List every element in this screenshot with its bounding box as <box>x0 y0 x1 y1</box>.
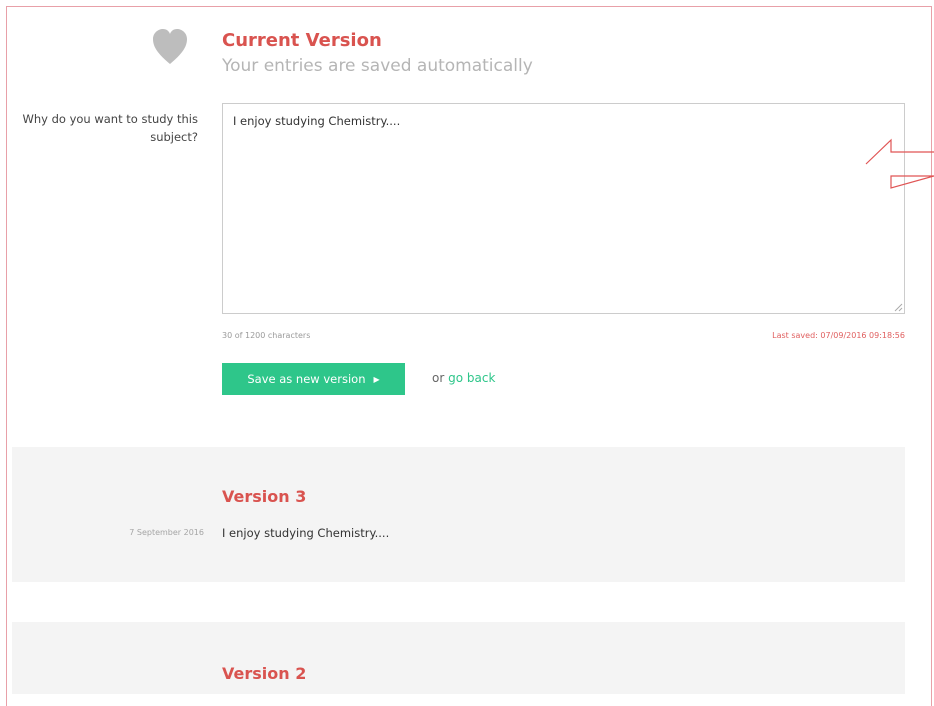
resize-grip-icon[interactable] <box>893 302 903 312</box>
version-panel: Version 3 7 September 2016 I enjoy study… <box>12 447 905 582</box>
annotation-arrow-icon <box>865 138 934 189</box>
go-back-wrapper: or go back <box>432 371 495 385</box>
play-arrow-icon: ▶ <box>373 374 380 384</box>
version-panel: Version 2 <box>12 622 905 694</box>
autosave-subtitle: Your entries are saved automatically <box>222 56 533 76</box>
or-text: or <box>432 371 445 385</box>
version-date: 7 September 2016 <box>129 528 204 537</box>
question-label: Why do you want to study this subject? <box>22 112 198 144</box>
character-count: 30 of 1200 characters <box>222 331 311 340</box>
last-saved-status: Last saved: 07/09/2016 09:18:56 <box>772 331 905 340</box>
go-back-link[interactable]: go back <box>448 371 495 385</box>
answer-textarea[interactable]: I enjoy studying Chemistry.... <box>222 103 905 314</box>
heart-icon[interactable] <box>152 28 188 68</box>
save-new-version-button[interactable]: Save as new version ▶ <box>222 363 405 395</box>
version-text: I enjoy studying Chemistry.... <box>222 526 390 540</box>
current-version-title: Current Version <box>222 30 382 51</box>
save-button-label: Save as new version <box>247 372 366 386</box>
version-title: Version 3 <box>222 487 307 506</box>
version-title: Version 2 <box>222 664 307 683</box>
